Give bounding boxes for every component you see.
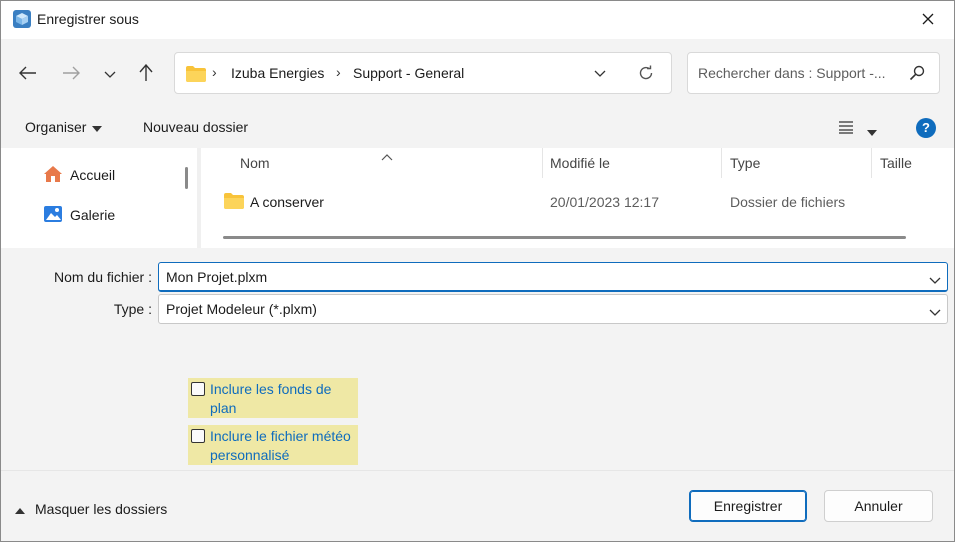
search-placeholder: Rechercher dans : Support -... [698,65,886,81]
include-backgrounds-checkbox[interactable] [191,382,205,396]
view-options-icon[interactable] [837,120,855,137]
include-weather-option[interactable]: Inclure le fichier météo personnalisé [188,425,358,465]
folder-icon [186,66,206,85]
filename-label: Nom du fichier : [53,269,152,285]
home-icon [43,165,63,186]
breadcrumb-separator-icon: › [336,64,341,80]
hide-folders-label: Masquer les dossiers [35,501,168,517]
column-separator[interactable] [721,148,722,178]
sort-ascending-icon [381,148,393,164]
address-bar[interactable]: › Izuba Energies › Support - General [174,52,672,94]
close-icon [922,12,934,28]
column-header-name[interactable]: Nom [240,155,270,171]
address-dropdown-icon[interactable] [593,66,607,83]
sidebar-item-label: Galerie [70,207,116,223]
chevron-down-icon[interactable] [929,304,941,320]
cancel-button[interactable]: Annuler [824,490,933,522]
window-title: Enregistrer sous [37,11,139,27]
column-separator[interactable] [871,148,872,178]
arrow-right-icon [62,66,80,83]
breadcrumb-separator-icon: › [212,64,217,80]
caret-down-icon [92,119,103,135]
type-label: Type : [113,301,152,317]
command-bar: Organiser Nouveau dossier ? [1,108,954,148]
include-weather-checkbox[interactable] [191,429,205,443]
column-header-type[interactable]: Type [730,155,760,171]
title-bar: Enregistrer sous [1,1,954,39]
app-cube-icon [13,10,31,28]
sidebar-item-galerie[interactable]: Galerie [43,203,115,227]
refresh-icon[interactable] [638,65,654,84]
folder-icon [224,193,244,212]
type-select[interactable]: Projet Modeleur (*.plxm) [158,294,948,324]
include-backgrounds-label[interactable]: Inclure les fonds de plan [210,380,358,418]
back-button[interactable] [14,61,42,87]
sidebar-item-accueil[interactable]: Accueil [43,163,115,187]
save-as-dialog: Enregistrer sous › Izuba Energies › Supp… [0,0,955,542]
search-box[interactable]: Rechercher dans : Support -... [687,52,940,94]
file-type: Dossier de fichiers [730,194,846,210]
sidebar-item-label: Accueil [70,167,116,183]
include-backgrounds-option[interactable]: Inclure les fonds de plan [188,378,358,418]
search-icon[interactable] [909,65,925,84]
help-icon[interactable]: ? [916,118,936,138]
up-button[interactable] [132,61,160,87]
arrow-up-icon [139,63,153,85]
file-modified: 20/01/2023 12:17 [550,194,659,210]
organize-label: Organiser [25,119,87,135]
close-button[interactable] [908,5,948,35]
breadcrumb-izuba-energies[interactable]: Izuba Energies [231,65,324,81]
save-button[interactable]: Enregistrer [689,490,807,522]
hide-folders-toggle[interactable]: Masquer les dossiers [15,501,167,517]
new-folder-button[interactable]: Nouveau dossier [143,119,248,135]
save-options-panel: Nom du fichier : Mon Projet.plxm Type : … [1,248,954,470]
chevron-down-icon[interactable] [929,272,941,288]
file-name: A conserver [250,194,324,210]
recent-locations-button[interactable] [96,61,124,87]
file-list: Nom Modifié le Type Taille A conserver 2… [201,148,954,248]
breadcrumb-support-general[interactable]: Support - General [353,65,464,81]
navigation-bar: › Izuba Energies › Support - General Rec… [1,39,954,108]
file-browser: Accueil Galerie Nom Modifié le Type Tail… [1,148,954,248]
arrow-left-icon [19,66,37,83]
gallery-icon [43,205,63,226]
column-separator[interactable] [542,148,543,178]
view-dropdown-caret-icon[interactable] [867,123,877,139]
chevron-down-icon [104,66,116,82]
column-header-modified[interactable]: Modifié le [550,155,610,171]
dialog-footer: Masquer les dossiers Enregistrer Annuler [1,470,954,541]
table-row[interactable]: A conserver 20/01/2023 12:17 Dossier de … [201,184,954,220]
filename-field[interactable]: Mon Projet.plxm [158,262,948,292]
navigation-pane: Accueil Galerie [1,148,197,248]
include-weather-label[interactable]: Inclure le fichier météo personnalisé [210,427,358,465]
caret-up-icon [15,501,25,517]
column-header-size[interactable]: Taille [880,155,912,171]
filename-value: Mon Projet.plxm [166,269,268,285]
horizontal-scrollbar[interactable] [223,236,906,239]
forward-button[interactable] [57,61,85,87]
organize-menu-button[interactable]: Organiser [25,119,103,135]
type-value: Projet Modeleur (*.plxm) [166,301,317,317]
sidebar-scrollbar[interactable] [185,167,188,189]
